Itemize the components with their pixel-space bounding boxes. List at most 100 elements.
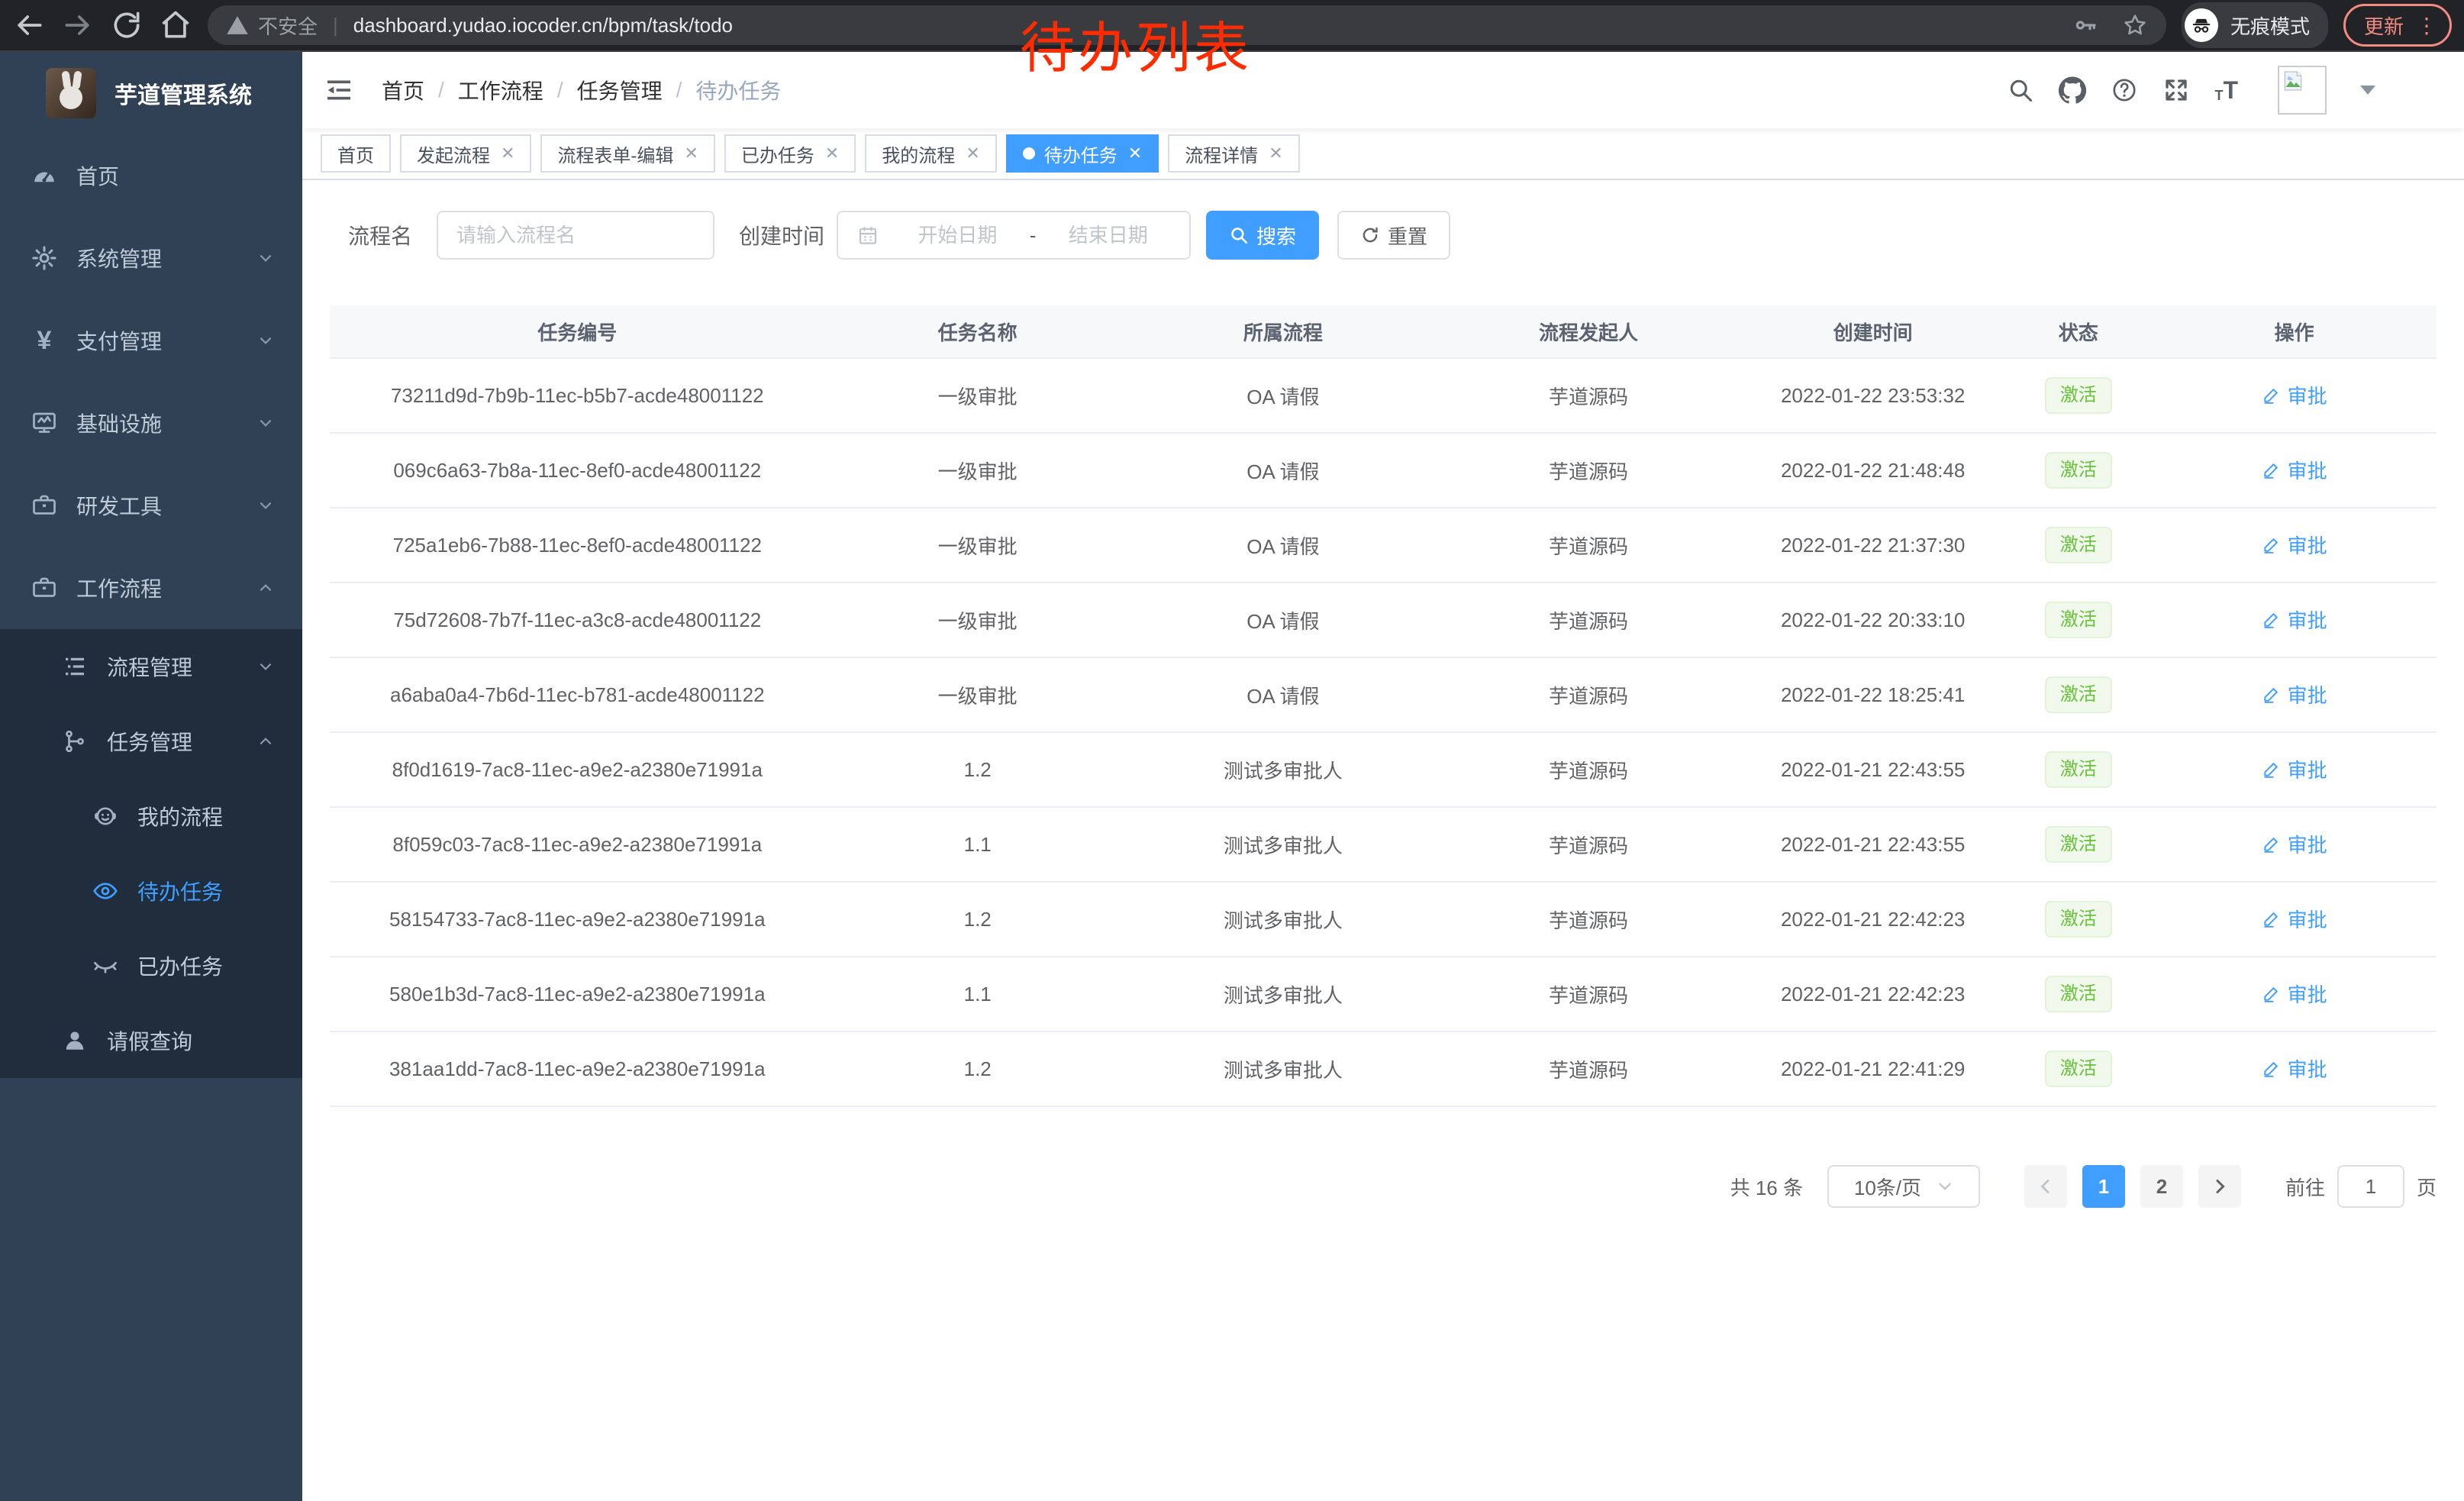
tab-close-icon[interactable]: ✕ [1269, 145, 1282, 162]
approve-link[interactable]: 审批 [2262, 381, 2327, 409]
font-size-icon[interactable]: TT [2214, 78, 2238, 102]
sidebar-item-label: 流程管理 [107, 651, 192, 682]
page-number-button[interactable]: 2 [2140, 1165, 2183, 1208]
password-key-icon[interactable] [2073, 13, 2098, 37]
tab-label: 待办任务 [1044, 140, 1118, 167]
approve-link[interactable]: 审批 [2262, 980, 2327, 1008]
tree-icon [61, 728, 89, 755]
tab-close-icon[interactable]: ✕ [1128, 145, 1142, 162]
tab-close-icon[interactable]: ✕ [966, 145, 979, 162]
browser-back-icon[interactable] [12, 8, 46, 42]
breadcrumb-separator: / [676, 78, 682, 102]
incognito-label: 无痕模式 [2230, 11, 2310, 40]
table-cell: 一级审批 [825, 508, 1130, 583]
tab-close-icon[interactable]: ✕ [684, 145, 698, 162]
status-badge: 激活 [2045, 527, 2112, 563]
process-name-input[interactable] [437, 211, 714, 260]
tab-已办任务[interactable]: 已办任务✕ [724, 134, 856, 173]
sidebar-item-done-tasks[interactable]: 已办任务 [0, 928, 302, 1003]
search-icon[interactable] [2007, 76, 2034, 104]
sidebar-item-devtools[interactable]: 研发工具 [0, 464, 302, 547]
avatar[interactable] [2278, 66, 2327, 115]
toolbox-icon [31, 492, 58, 519]
sidebar-item-my-process[interactable]: 我的流程 [0, 779, 302, 854]
table-cell: 芋道源码 [1436, 1031, 1741, 1106]
prev-page-button[interactable] [2024, 1165, 2067, 1208]
page-content: 流程名 创建时间 - 搜索 重置 [302, 180, 2464, 1501]
sidebar-item-infrastructure[interactable]: 基础设施 [0, 382, 302, 464]
breadcrumb-item[interactable]: 任务管理 [577, 75, 663, 105]
breadcrumb-item[interactable]: 首页 [382, 75, 424, 105]
sidebar-item-label: 研发工具 [76, 490, 162, 521]
fullscreen-icon[interactable] [2162, 76, 2190, 104]
start-date-input[interactable] [889, 222, 1027, 249]
approve-link[interactable]: 审批 [2262, 456, 2327, 484]
tab-待办任务[interactable]: 待办任务 ✕ [1006, 134, 1159, 173]
approve-link[interactable]: 审批 [2262, 755, 2327, 783]
tab-发起流程[interactable]: 发起流程✕ [400, 134, 531, 173]
table-row: 8f059c03-7ac8-11ec-a9e2-a2380e71991a1.1测… [330, 807, 2437, 882]
tab-流程表单-编辑[interactable]: 流程表单-编辑✕ [540, 134, 714, 173]
gear-icon [31, 244, 58, 272]
approve-link-label: 审批 [2288, 905, 2327, 933]
sidebar-item-home[interactable]: 首页 [0, 134, 302, 217]
navbar-actions: TT [2007, 66, 2375, 115]
help-icon[interactable] [2111, 76, 2138, 104]
approve-link[interactable]: 审批 [2262, 531, 2327, 559]
tab-close-icon[interactable]: ✕ [501, 145, 514, 162]
edit-icon [2262, 1058, 2282, 1078]
table-row: 58154733-7ac8-11ec-a9e2-a2380e71991a1.2测… [330, 882, 2437, 957]
approve-link[interactable]: 审批 [2262, 605, 2327, 634]
approve-link[interactable]: 审批 [2262, 680, 2327, 709]
tab-流程详情[interactable]: 流程详情✕ [1168, 134, 1299, 173]
github-icon[interactable] [2059, 76, 2086, 104]
address-bar[interactable]: 不安全 | dashboard.yudao.iocoder.cn/bpm/tas… [208, 5, 2166, 45]
sidebar-item-payment[interactable]: ¥支付管理 [0, 299, 302, 382]
status-cell: 激活 [2004, 657, 2152, 732]
briefcase-icon [31, 574, 58, 602]
column-header: 任务名称 [825, 305, 1130, 358]
tab-首页[interactable]: 首页 [321, 134, 391, 173]
table-cell: 2022-01-22 23:53:32 [1741, 358, 2004, 433]
sidebar-item-label: 系统管理 [76, 243, 162, 273]
sidebar-item-leave-query[interactable]: 请假查询 [0, 1003, 302, 1078]
search-button[interactable]: 搜索 [1206, 211, 1319, 260]
approve-link[interactable]: 审批 [2262, 830, 2327, 858]
table-cell: 1.2 [825, 732, 1130, 807]
sidebar-item-process-mgmt[interactable]: 流程管理 [0, 629, 302, 704]
page-jump: 前往 页 [2285, 1165, 2437, 1208]
page-jump-input[interactable] [2337, 1165, 2404, 1208]
end-date-input[interactable] [1039, 222, 1177, 249]
sidebar-item-task-mgmt[interactable]: 任务管理 [0, 704, 302, 779]
approve-link[interactable]: 审批 [2262, 1054, 2327, 1083]
page-number-button[interactable]: 1 [2082, 1165, 2125, 1208]
sidebar-collapse-icon[interactable] [324, 75, 354, 105]
breadcrumb-item[interactable]: 工作流程 [458, 75, 543, 105]
tab-label: 首页 [337, 140, 374, 167]
approve-link[interactable]: 审批 [2262, 905, 2327, 933]
browser-forward-icon[interactable] [61, 8, 95, 42]
page-size-select[interactable]: 10条/页 [1827, 1165, 1980, 1208]
select-caret-down-icon [1937, 1178, 1953, 1195]
next-page-button[interactable] [2198, 1165, 2241, 1208]
calendar-icon [856, 224, 879, 247]
browser-home-icon[interactable] [159, 8, 192, 42]
sidebar-item-workflow[interactable]: 工作流程 [0, 547, 302, 629]
bookmark-star-icon[interactable] [2122, 12, 2148, 38]
avatar-caret-down-icon[interactable] [2360, 86, 2375, 95]
reset-button[interactable]: 重置 [1337, 211, 1450, 260]
table-cell: 2022-01-21 22:42:23 [1741, 957, 2004, 1031]
date-range-picker[interactable]: - [837, 211, 1191, 260]
browser-menu-dots-icon[interactable]: ⋮ [2416, 13, 2437, 38]
list-icon [61, 653, 89, 680]
tab-我的流程[interactable]: 我的流程✕ [865, 134, 996, 173]
browser-reload-icon[interactable] [110, 8, 144, 42]
sidebar-item-todo-tasks[interactable]: 待办任务 [0, 854, 302, 928]
sidebar-logo[interactable]: 芋道管理系统 [0, 52, 302, 134]
browser-update-button[interactable]: 更新 ⋮ [2343, 4, 2452, 47]
table-row: 069c6a63-7b8a-11ec-8ef0-acde48001122一级审批… [330, 433, 2437, 508]
security-label: 不安全 [258, 11, 318, 40]
sidebar-item-system[interactable]: 系统管理 [0, 217, 302, 299]
tab-close-icon[interactable]: ✕ [825, 145, 839, 162]
approve-link-label: 审批 [2288, 830, 2327, 858]
